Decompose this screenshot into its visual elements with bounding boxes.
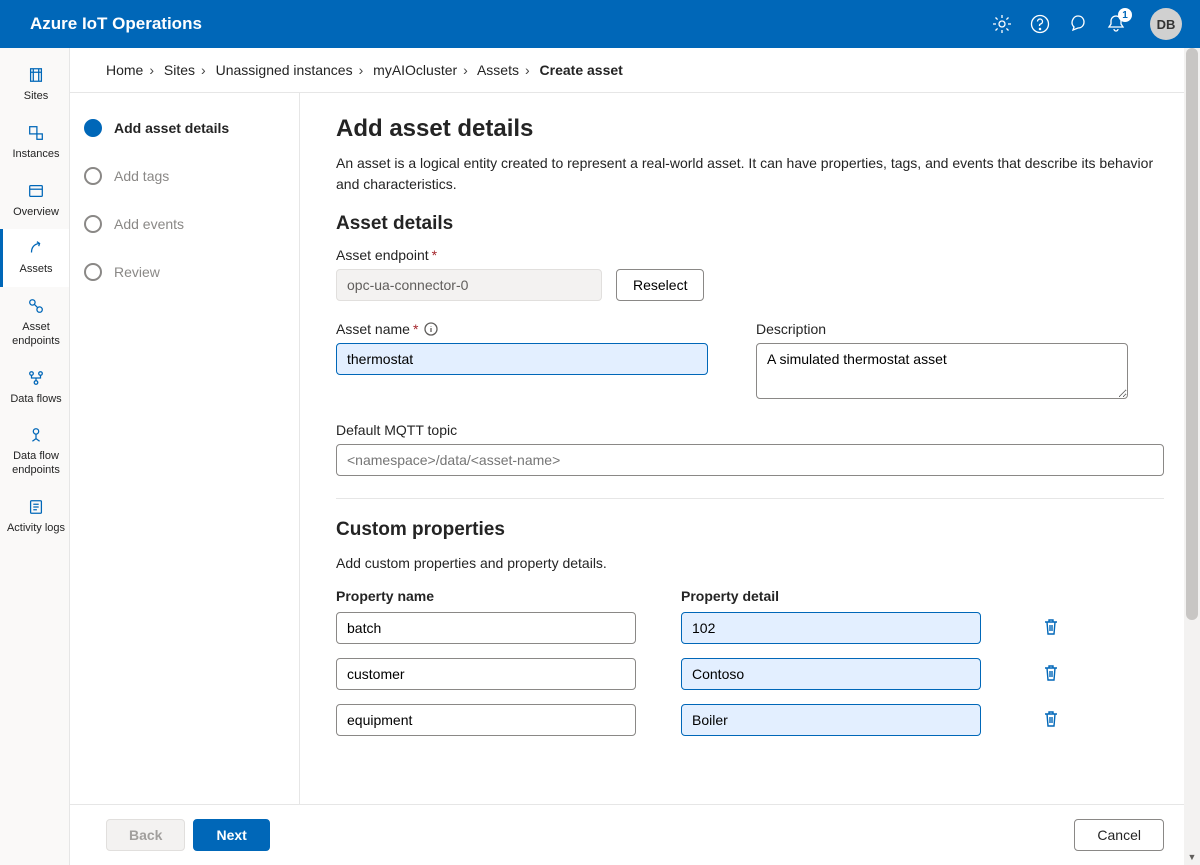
col-property-detail: Property detail <box>681 588 1026 604</box>
reselect-button[interactable]: Reselect <box>616 269 704 301</box>
rail-item-overview[interactable]: Overview <box>0 172 69 230</box>
delete-row-button[interactable] <box>1037 613 1065 644</box>
step-indicator-icon <box>84 263 102 281</box>
data-flow-endpoints-icon <box>25 424 47 446</box>
step-indicator-icon <box>84 167 102 185</box>
wizard-step-tags[interactable]: Add tags <box>84 167 279 185</box>
rail-item-instances[interactable]: Instances <box>0 114 69 172</box>
header-actions: 1 DB <box>992 8 1182 40</box>
rail-label: Overview <box>13 206 59 220</box>
sites-icon <box>25 64 47 86</box>
property-name-field[interactable] <box>336 704 636 736</box>
back-button: Back <box>106 819 185 851</box>
page-title: Add asset details <box>336 115 1164 143</box>
custom-props-desc: Add custom properties and property detai… <box>336 553 1164 574</box>
app-header: Azure IoT Operations 1 DB <box>0 0 1200 48</box>
col-property-name: Property name <box>336 588 681 604</box>
delete-row-button[interactable] <box>1037 659 1065 690</box>
divider <box>336 498 1164 499</box>
avatar[interactable]: DB <box>1150 8 1182 40</box>
cancel-button[interactable]: Cancel <box>1074 819 1164 851</box>
rail-item-data-flows[interactable]: Data flows <box>0 359 69 417</box>
custom-prop-row <box>336 612 1164 644</box>
rail-label: Data flow endpoints <box>5 450 67 478</box>
section-title-asset-details: Asset details <box>336 213 1164 235</box>
rail-label: Sites <box>24 90 48 104</box>
section-title-custom-props: Custom properties <box>336 519 1164 541</box>
data-flows-icon <box>25 367 47 389</box>
notifications-icon[interactable]: 1 <box>1106 14 1126 34</box>
info-icon[interactable] <box>424 322 438 336</box>
breadcrumb-link[interactable]: Unassigned instances <box>216 62 353 78</box>
next-button[interactable]: Next <box>193 819 269 851</box>
page-description: An asset is a logical entity created to … <box>336 153 1164 195</box>
description-label: Description <box>756 321 1128 337</box>
rail-label: Instances <box>12 148 59 162</box>
instances-icon <box>25 122 47 144</box>
wizard-step-label: Add events <box>114 216 184 232</box>
breadcrumb-link[interactable]: Home <box>106 62 143 78</box>
scrollbar-thumb[interactable] <box>1186 93 1198 620</box>
wizard-footer: Back Next Cancel <box>70 804 1200 865</box>
property-detail-field[interactable] <box>681 658 981 690</box>
wizard-step-review[interactable]: Review <box>84 263 279 281</box>
main: Home› Sites› Unassigned instances› myAIO… <box>70 48 1200 865</box>
left-rail: Sites Instances Overview Assets Asset en… <box>0 48 70 865</box>
mqtt-label: Default MQTT topic <box>336 422 1164 438</box>
scrollbar[interactable]: ▲ ▼ <box>1184 93 1200 804</box>
breadcrumb: Home› Sites› Unassigned instances› myAIO… <box>70 48 1200 93</box>
endpoint-label: Asset endpoint* <box>336 247 1164 263</box>
rail-item-activity-logs[interactable]: Activity logs <box>0 488 69 546</box>
description-field[interactable] <box>756 343 1128 399</box>
wizard-nav: Add asset details Add tags Add events Re… <box>70 93 300 804</box>
wizard-step-label: Add asset details <box>114 120 229 136</box>
step-indicator-icon <box>84 215 102 233</box>
rail-item-assets[interactable]: Assets <box>0 229 69 287</box>
rail-label: Asset endpoints <box>5 321 67 349</box>
mqtt-topic-field[interactable] <box>336 444 1164 476</box>
wizard-step-details[interactable]: Add asset details <box>84 119 279 137</box>
breadcrumb-link[interactable]: myAIOcluster <box>373 62 457 78</box>
form-pane: Add asset details An asset is a logical … <box>300 93 1200 804</box>
wizard-step-label: Review <box>114 264 160 280</box>
rail-label: Activity logs <box>7 522 65 536</box>
property-name-field[interactable] <box>336 612 636 644</box>
rail-item-asset-endpoints[interactable]: Asset endpoints <box>0 287 69 359</box>
help-icon[interactable] <box>1030 14 1050 34</box>
rail-label: Assets <box>19 263 52 277</box>
delete-row-button[interactable] <box>1037 705 1065 736</box>
breadcrumb-link[interactable]: Sites <box>164 62 195 78</box>
settings-icon[interactable] <box>992 14 1012 34</box>
overview-icon <box>25 180 47 202</box>
step-indicator-icon <box>84 119 102 137</box>
wizard-step-label: Add tags <box>114 168 169 184</box>
property-name-field[interactable] <box>336 658 636 690</box>
property-detail-field[interactable] <box>681 704 981 736</box>
breadcrumb-link[interactable]: Assets <box>477 62 519 78</box>
property-detail-field[interactable] <box>681 612 981 644</box>
custom-prop-row <box>336 704 1164 736</box>
app-title: Azure IoT Operations <box>30 14 992 34</box>
feedback-icon[interactable] <box>1068 14 1088 34</box>
custom-props-header: Property name Property detail <box>336 588 1164 604</box>
activity-logs-icon <box>25 496 47 518</box>
asset-name-field[interactable] <box>336 343 708 375</box>
asset-name-label: Asset name* <box>336 321 708 337</box>
rail-label: Data flows <box>10 393 61 407</box>
breadcrumb-current: Create asset <box>540 62 623 78</box>
asset-endpoint-field <box>336 269 602 301</box>
custom-prop-row <box>336 658 1164 690</box>
wizard-step-events[interactable]: Add events <box>84 215 279 233</box>
rail-item-sites[interactable]: Sites <box>0 56 69 114</box>
asset-endpoints-icon <box>25 295 47 317</box>
rail-item-data-flow-endpoints[interactable]: Data flow endpoints <box>0 416 69 488</box>
assets-icon <box>25 237 47 259</box>
notifications-badge: 1 <box>1118 8 1132 22</box>
